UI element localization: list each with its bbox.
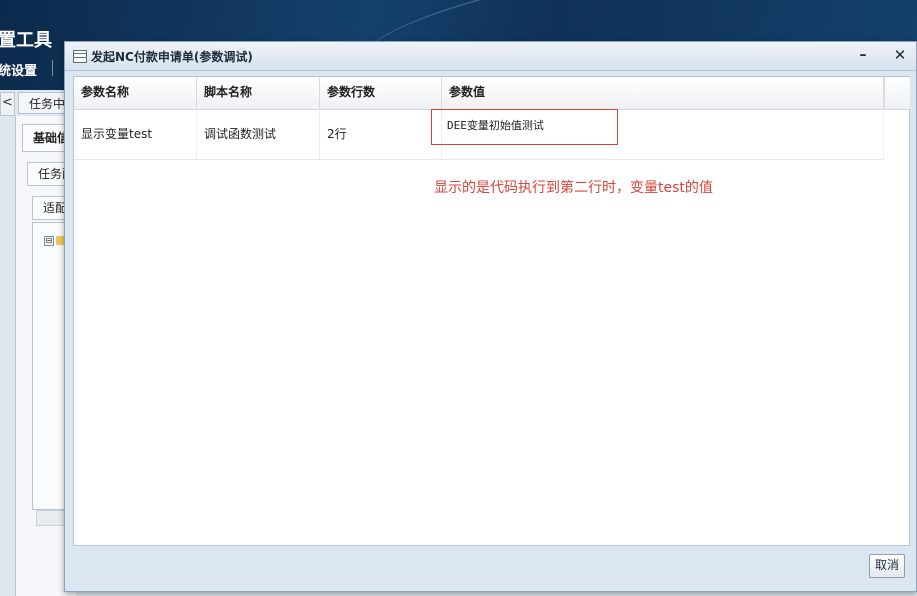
cell-param-name: 显示变量test <box>74 109 197 159</box>
menu-divider <box>52 60 53 76</box>
tree-collapse-icon[interactable]: ⊟ <box>44 236 54 246</box>
grid-header-filler <box>884 77 910 109</box>
annotation-highlight-box <box>431 109 618 145</box>
annotation-text: 显示的是代码执行到第二行时，变量test的值 <box>434 180 713 196</box>
dialog-footer: 取消 <box>65 546 916 591</box>
app-title: 置工具 <box>0 30 52 51</box>
column-header-param-name[interactable]: 参数名称 <box>74 77 197 109</box>
close-icon[interactable]: ✕ <box>891 46 909 64</box>
collapse-left-icon[interactable]: < <box>0 92 15 116</box>
minimize-icon[interactable]: – <box>855 46 871 64</box>
cancel-button[interactable]: 取消 <box>869 554 905 578</box>
column-header-line-count[interactable]: 参数行数 <box>320 77 442 109</box>
grid-header: 参数名称 脚本名称 参数行数 参数值 <box>74 77 910 110</box>
menu-item-system-settings[interactable]: 统设置 <box>0 60 37 79</box>
dialog-titlebar[interactable]: 发起NC付款申请单(参数调试) – ✕ <box>65 42 916 71</box>
column-header-script-name[interactable]: 脚本名称 <box>197 77 320 109</box>
param-debug-dialog: 发起NC付款申请单(参数调试) – ✕ 参数名称 脚本名称 参数行数 参数值 显… <box>64 41 917 592</box>
cell-script-name: 调试函数测试 <box>197 109 320 159</box>
column-header-param-value[interactable]: 参数值 <box>442 77 884 109</box>
param-grid: 参数名称 脚本名称 参数行数 参数值 显示变量test 调试函数测试 2行 DE… <box>73 76 910 546</box>
cell-line-count: 2行 <box>320 109 442 159</box>
window-icon <box>73 50 87 63</box>
dialog-title: 发起NC付款申请单(参数调试) <box>91 50 253 64</box>
